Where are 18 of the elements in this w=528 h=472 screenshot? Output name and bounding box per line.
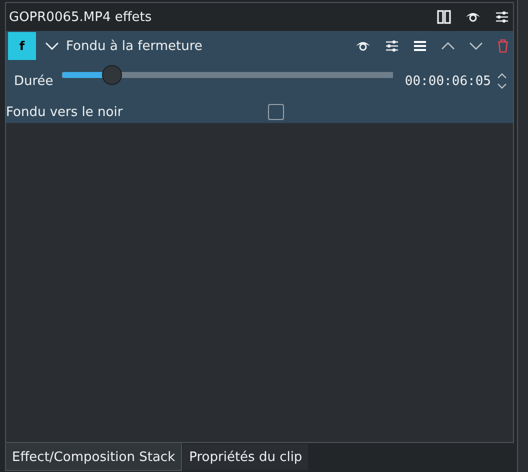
spin-arrows-icon[interactable] [497, 73, 507, 89]
timecode-value[interactable]: 00:00:06:05 [404, 74, 491, 88]
panel-title: GOPR0065.MP4 effets [9, 10, 153, 24]
tab[interactable]: Effect/Composition Stack [5, 443, 182, 471]
parameter-label: Durée [14, 74, 54, 88]
parameter-label: Fondu vers le noir [6, 104, 124, 120]
settings-icon[interactable] [495, 10, 509, 24]
split-view-icon[interactable] [437, 10, 451, 24]
effect-name: Fondu à la fermeture [66, 38, 204, 54]
effect-badge: f [8, 32, 36, 60]
checkbox[interactable] [268, 104, 284, 120]
tab[interactable]: Propriétés du clip [182, 443, 310, 471]
eye-icon[interactable] [465, 11, 481, 23]
slider-handle[interactable] [102, 65, 122, 85]
eye-icon[interactable] [355, 40, 371, 52]
menu-icon[interactable] [413, 40, 427, 52]
settings-icon[interactable] [385, 39, 399, 53]
chevron-icon[interactable] [45, 41, 59, 51]
